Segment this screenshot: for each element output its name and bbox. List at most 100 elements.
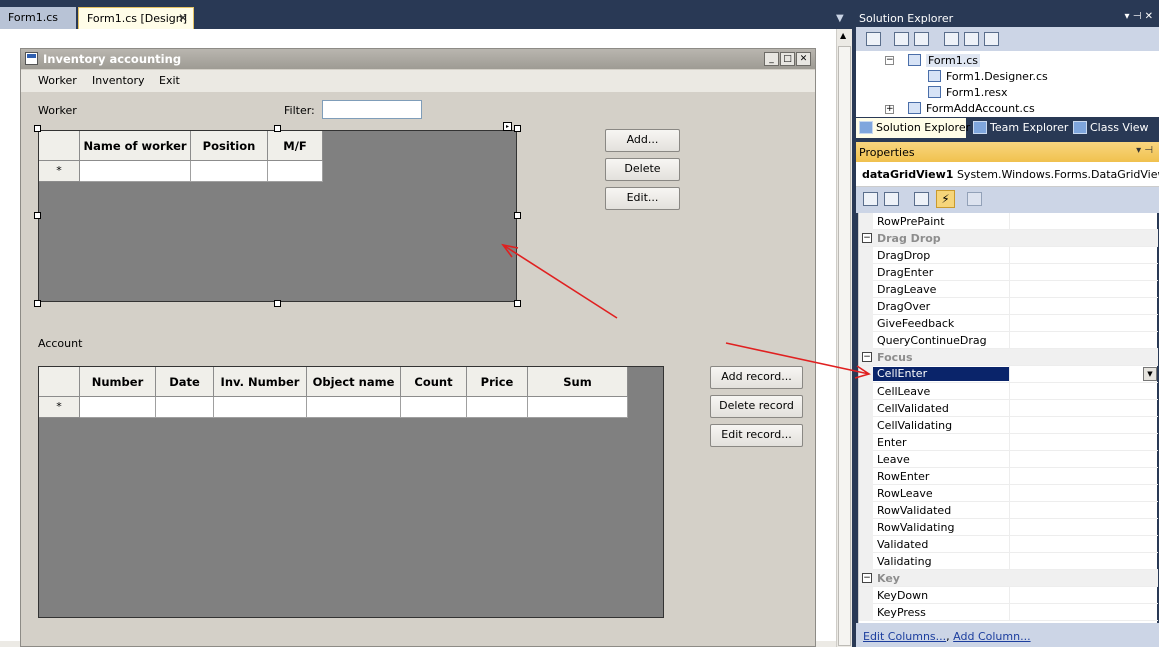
grid-cell[interactable] [80, 161, 191, 182]
property-value[interactable] [1009, 332, 1158, 349]
resize-handle[interactable] [34, 212, 41, 219]
property-category[interactable]: − Key [859, 570, 1158, 587]
resize-handle[interactable] [514, 300, 521, 307]
column-header-position[interactable]: Position [191, 131, 268, 161]
worker-grid[interactable]: Name of worker Position M/F * [38, 130, 517, 302]
property-value[interactable] [1009, 383, 1158, 400]
resize-handle[interactable] [34, 125, 41, 132]
column-header-name-of-worker[interactable]: Name of worker [80, 131, 191, 161]
collapse-icon[interactable]: − [862, 233, 872, 243]
column-header-date[interactable]: Date [156, 367, 214, 397]
add-worker-button[interactable]: Add... [605, 129, 680, 152]
property-value[interactable] [1009, 451, 1158, 468]
object-selector[interactable]: dataGridView1 System.Windows.Forms.DataG… [856, 162, 1159, 187]
collapse-icon[interactable]: − [862, 573, 872, 583]
properties-view-icon[interactable] [914, 192, 929, 206]
filter-input[interactable] [322, 100, 422, 119]
property-row[interactable]: Validating [859, 553, 1158, 570]
categorized-icon[interactable] [863, 192, 878, 206]
column-header-inv-number[interactable]: Inv. Number [214, 367, 307, 397]
property-row[interactable]: QueryContinueDrag [859, 332, 1158, 349]
property-value[interactable] [1009, 468, 1158, 485]
property-category[interactable]: − Focus [859, 349, 1158, 366]
property-value[interactable] [1009, 247, 1158, 264]
property-row[interactable]: DragDrop [859, 247, 1158, 264]
grid-cell[interactable] [191, 161, 268, 182]
expand-icon[interactable]: + [885, 105, 894, 114]
pin-icon[interactable]: ▾ ⊣ [1136, 145, 1153, 156]
tab-class-view[interactable]: Class View [1070, 118, 1153, 138]
property-row[interactable]: Validated [859, 536, 1158, 553]
tree-item-formaddaccount[interactable]: FormAddAccount.cs [926, 102, 1035, 115]
scrollbar-thumb[interactable] [838, 46, 851, 646]
column-header-mf[interactable]: M/F [268, 131, 323, 161]
menu-exit[interactable]: Exit [159, 74, 180, 87]
property-value[interactable] [1009, 315, 1158, 332]
grid-cell[interactable] [156, 397, 214, 418]
resize-handle[interactable] [274, 300, 281, 307]
property-row[interactable]: KeyDown [859, 587, 1158, 604]
grid-cell[interactable] [214, 397, 307, 418]
collapse-icon[interactable]: − [862, 352, 872, 362]
new-row-header[interactable]: * [39, 397, 80, 418]
grid-cell[interactable] [401, 397, 467, 418]
events-lightning-icon[interactable]: ⚡ [936, 190, 955, 208]
tab-form1-cs[interactable]: Form1.cs [0, 7, 76, 29]
property-row[interactable]: DragOver [859, 298, 1158, 315]
pin-icon[interactable]: ▾ ⊣ ✕ [1125, 11, 1153, 22]
class-diagram-icon[interactable] [984, 32, 999, 46]
property-value[interactable] [1009, 400, 1158, 417]
property-value[interactable] [1009, 281, 1158, 298]
property-row[interactable]: CellValidated [859, 400, 1158, 417]
resize-handle[interactable] [514, 212, 521, 219]
property-pages-icon[interactable] [967, 192, 982, 206]
property-value[interactable] [1009, 264, 1158, 281]
show-all-files-icon[interactable] [894, 32, 909, 46]
view-designer-icon[interactable] [964, 32, 979, 46]
dropdown-arrow-icon[interactable]: ▼ [1143, 367, 1157, 381]
edit-record-button[interactable]: Edit record... [710, 424, 803, 447]
vertical-scrollbar[interactable]: ▲ [836, 29, 852, 647]
property-grid[interactable]: RowPrePaint − Drag Drop DragDrop DragEnter Dr… [858, 213, 1158, 623]
property-row[interactable]: DragEnter [859, 264, 1158, 281]
smart-tag-icon[interactable]: ▸ [503, 122, 512, 131]
menu-inventory[interactable]: Inventory [92, 74, 145, 87]
column-header-count[interactable]: Count [401, 367, 467, 397]
new-row-header[interactable]: * [39, 161, 80, 182]
property-row[interactable]: CellEnter ▼ [859, 366, 1158, 383]
column-header-object-name[interactable]: Object name [307, 367, 401, 397]
menu-worker[interactable]: Worker [38, 74, 77, 87]
tab-dropdown-icon[interactable]: ▼ [836, 13, 844, 24]
property-row[interactable]: Leave [859, 451, 1158, 468]
tree-item-form1-designer[interactable]: Form1.Designer.cs [946, 70, 1048, 83]
column-header-sum[interactable]: Sum [528, 367, 628, 397]
delete-record-button[interactable]: Delete record [710, 395, 803, 418]
maximize-icon[interactable]: □ [780, 52, 795, 66]
property-value[interactable] [1009, 604, 1158, 621]
delete-worker-button[interactable]: Delete [605, 158, 680, 181]
property-row[interactable]: RowLeave [859, 485, 1158, 502]
property-value[interactable] [1009, 519, 1158, 536]
property-row[interactable]: RowEnter [859, 468, 1158, 485]
property-category[interactable]: − Drag Drop [859, 230, 1158, 247]
grid-cell[interactable] [528, 397, 628, 418]
refresh-icon[interactable] [914, 32, 929, 46]
scroll-up-icon[interactable]: ▲ [840, 31, 846, 40]
property-row[interactable]: CellValidating [859, 417, 1158, 434]
tab-form1-design[interactable]: Form1.cs [Design] ✕ [78, 7, 194, 29]
account-grid[interactable]: Number Date Inv. Number Object name Coun… [38, 366, 664, 618]
edit-worker-button[interactable]: Edit... [605, 187, 680, 210]
property-value[interactable] [1009, 213, 1158, 230]
tab-team-explorer[interactable]: Team Explorer [970, 118, 1072, 138]
property-row[interactable]: RowValidated [859, 502, 1158, 519]
property-value[interactable] [1009, 502, 1158, 519]
property-value[interactable] [1009, 553, 1158, 570]
property-row[interactable]: KeyPress [859, 604, 1158, 621]
collapse-icon[interactable]: − [885, 56, 894, 65]
add-record-button[interactable]: Add record... [710, 366, 803, 389]
resize-handle[interactable] [274, 125, 281, 132]
property-value[interactable] [1009, 298, 1158, 315]
property-row[interactable]: GiveFeedback [859, 315, 1158, 332]
tree-item-form1-resx[interactable]: Form1.resx [946, 86, 1008, 99]
close-tab-icon[interactable]: ✕ [178, 11, 188, 25]
